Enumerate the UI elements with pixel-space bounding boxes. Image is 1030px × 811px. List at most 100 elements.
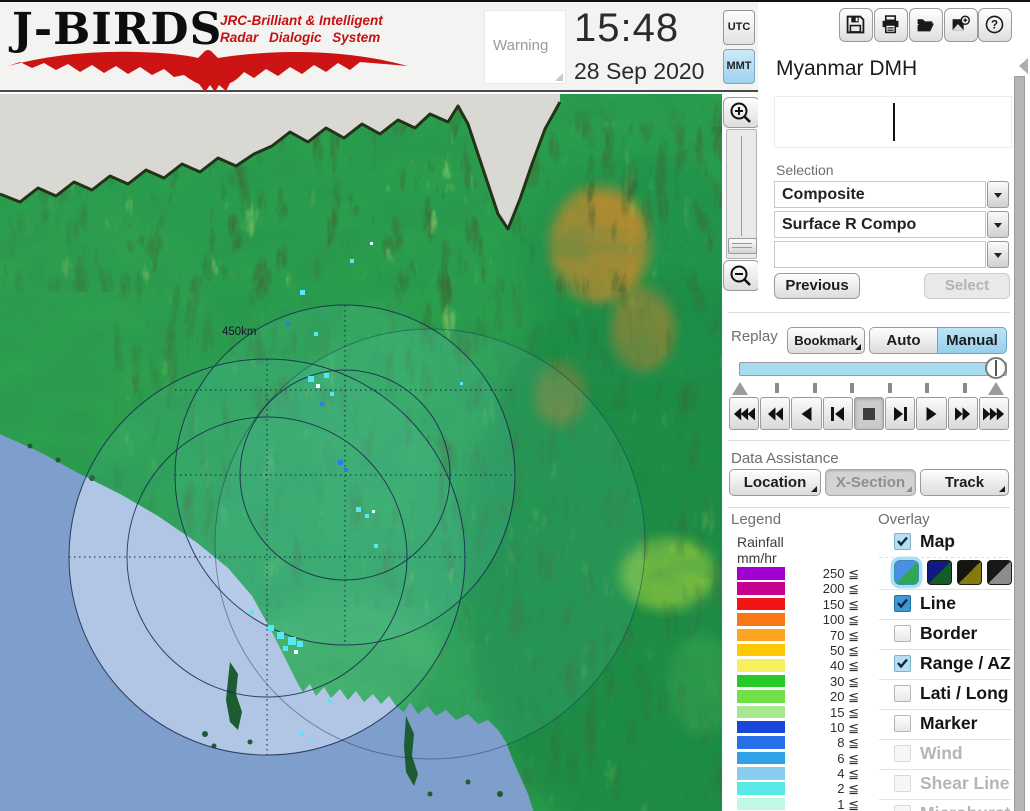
stop-button[interactable] [853, 397, 885, 430]
fast-rewind-button[interactable] [760, 397, 791, 430]
previous-button[interactable]: Previous [774, 273, 860, 299]
mmt-button[interactable]: MMT [723, 49, 755, 84]
radar-echo [310, 739, 313, 742]
legend-value: 1 ≦ [837, 796, 859, 811]
range-az-checkbox[interactable] [894, 655, 911, 672]
slider-tick [813, 383, 817, 393]
manual-mode-button[interactable]: Manual [937, 327, 1007, 354]
step-backward-button[interactable] [822, 397, 853, 430]
slider-tick [925, 383, 929, 393]
map-style-swatch-1[interactable] [894, 560, 919, 585]
save-button[interactable] [839, 8, 873, 42]
lati-long-checkbox[interactable] [894, 685, 911, 702]
composite-dropdown-button[interactable] [987, 181, 1009, 208]
radar-echo [314, 332, 318, 336]
bookmark-button-label: Bookmark [794, 333, 858, 348]
map-style-swatch-3[interactable] [957, 560, 982, 585]
svg-text:?: ? [991, 19, 998, 32]
separator [728, 312, 1010, 313]
radar-echo [330, 392, 334, 396]
radar-map[interactable]: 450km [0, 94, 722, 811]
zoom-slider-track[interactable] [726, 129, 757, 259]
separator [728, 440, 1010, 441]
radar-echo [294, 650, 298, 654]
radar-echo [286, 322, 290, 326]
map-style-swatch-4[interactable] [987, 560, 1012, 585]
composite-dropdown-field[interactable]: Composite [774, 181, 986, 208]
legend-units: mm/hr [737, 550, 777, 566]
legend-color-swatch [737, 797, 785, 811]
option-dropdown-button[interactable] [987, 241, 1009, 268]
radar-echo [328, 699, 332, 703]
playback-controls [729, 397, 1009, 430]
corner-expand-icon [999, 486, 1005, 492]
step-backward-icon [831, 406, 845, 421]
radar-echo [297, 641, 303, 647]
legend-color-swatch [737, 674, 785, 688]
location-button-label: Location [743, 474, 807, 491]
resize-grip-icon[interactable] [555, 73, 563, 81]
zoom-out-button[interactable] [723, 260, 760, 291]
legend-color-swatch [737, 690, 785, 703]
track-button-label: Track [944, 474, 985, 491]
select-button[interactable]: Select [924, 273, 1010, 299]
fast-forward-button[interactable] [947, 397, 978, 430]
legend-color-swatch [737, 597, 785, 611]
track-button[interactable]: Track [920, 469, 1009, 496]
radar-echo [374, 544, 378, 548]
bookmark-button[interactable]: Bookmark [787, 327, 865, 354]
panel-collapse-arrow-icon[interactable] [1019, 58, 1028, 74]
legend-color-swatch [737, 767, 785, 780]
panel-scrollbar[interactable] [1014, 76, 1025, 811]
replay-slider-handle[interactable] [985, 357, 1007, 379]
map-style-swatch-2[interactable] [927, 560, 952, 585]
open-file-button[interactable] [909, 8, 943, 42]
zoom-slider-thumb[interactable] [728, 238, 757, 254]
print-button[interactable] [874, 8, 908, 42]
capture-button[interactable] [944, 8, 978, 42]
clock-date: 28 Sep 2020 [574, 58, 705, 84]
legend-row: 2 ≦ [737, 781, 863, 796]
replay-slider-track[interactable] [739, 362, 1007, 376]
step-forward-button[interactable] [885, 397, 916, 430]
product-dropdown-button[interactable] [987, 211, 1009, 238]
data-assistance-label: Data Assistance [731, 450, 839, 467]
legend-row: 200 ≦ [737, 581, 863, 596]
radar-echo [300, 732, 304, 736]
overlay-row: Shear Line [879, 770, 1011, 799]
map-checkbox[interactable] [894, 533, 911, 550]
border-checkbox[interactable] [894, 625, 911, 642]
skip-end-button[interactable] [978, 397, 1009, 430]
legend-value: 20 ≦ [830, 689, 859, 705]
play-backward-button[interactable] [791, 397, 822, 430]
warning-panel[interactable]: Warning [484, 10, 566, 84]
product-dropdown-field[interactable]: Surface R Compo [774, 211, 986, 238]
legend-color-swatch [737, 736, 785, 749]
legend-row: 4 ≦ [737, 766, 863, 781]
save-icon [846, 15, 865, 34]
help-button[interactable]: ? [978, 8, 1012, 42]
play-forward-button[interactable] [916, 397, 947, 430]
print-icon [882, 15, 899, 34]
legend-value: 8 ≦ [837, 735, 859, 751]
overlay-row: Wind [879, 740, 1011, 769]
radar-echo [344, 468, 348, 472]
option-dropdown-field[interactable] [774, 241, 986, 268]
x-section-button[interactable]: X-Section [825, 469, 916, 496]
legend-title: Rainfall [737, 534, 784, 550]
skip-start-button[interactable] [729, 397, 760, 430]
location-button[interactable]: Location [729, 469, 821, 496]
zoom-in-button[interactable] [723, 97, 760, 128]
radar-echo [250, 610, 254, 614]
legend-color-swatch [737, 643, 785, 657]
legend-value: 15 ≦ [830, 704, 859, 720]
logo-tagline-2: Radar Dialogic System [220, 30, 381, 45]
auto-mode-button[interactable]: Auto [869, 327, 938, 354]
marker-checkbox[interactable] [894, 715, 911, 732]
legend-value: 150 ≦ [822, 596, 859, 612]
station-display-box[interactable] [774, 96, 1012, 148]
fast-rewind-icon [768, 406, 784, 421]
line-checkbox[interactable] [894, 595, 911, 612]
utc-button[interactable]: UTC [723, 10, 755, 45]
legend-row: 100 ≦ [737, 612, 863, 627]
